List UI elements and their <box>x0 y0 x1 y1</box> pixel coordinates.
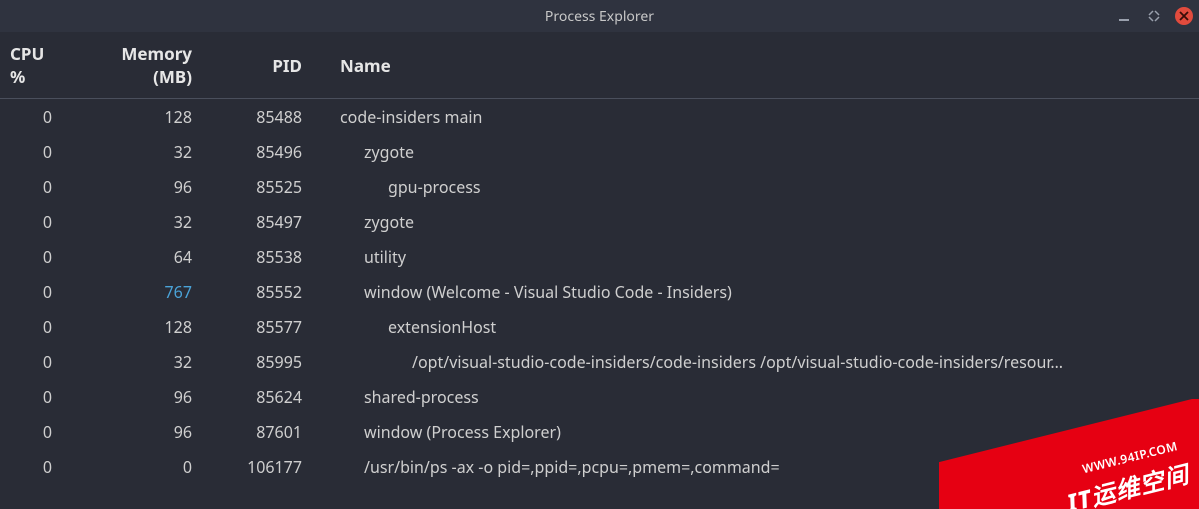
cell-memory: 0 <box>70 449 210 484</box>
table-row[interactable]: 03285497 zygote <box>0 204 1199 239</box>
cell-memory: 767 <box>70 274 210 309</box>
cell-name: zygote <box>320 204 1199 239</box>
close-icon[interactable] <box>1175 7 1193 25</box>
cell-pid: 85577 <box>210 309 320 344</box>
process-table: CPU % Memory (MB) PID Name 012885488code… <box>0 32 1199 484</box>
cell-memory: 128 <box>70 99 210 135</box>
cell-cpu: 0 <box>0 239 70 274</box>
table-row[interactable]: 012885577 extensionHost <box>0 309 1199 344</box>
process-name: /usr/bin/ps -ax -o pid=,ppid=,pcpu=,pmem… <box>364 456 780 478</box>
table-row[interactable]: 09685525 gpu-process <box>0 169 1199 204</box>
cell-pid: 85624 <box>210 379 320 414</box>
client-area: CPU % Memory (MB) PID Name 012885488code… <box>0 32 1199 509</box>
cell-pid: 85525 <box>210 169 320 204</box>
process-name: shared-process <box>364 386 479 408</box>
cell-memory: 32 <box>70 204 210 239</box>
window-title: Process Explorer <box>545 7 654 26</box>
cell-cpu: 0 <box>0 379 70 414</box>
table-row[interactable]: 03285995/opt/visual-studio-code-insiders… <box>0 344 1199 379</box>
cell-name: code-insiders main <box>320 99 1199 135</box>
cell-pid: 85496 <box>210 134 320 169</box>
cell-name: extensionHost <box>320 309 1199 344</box>
window-root: Process Explorer CPU % Memory (MB) PID <box>0 0 1199 509</box>
cell-memory: 32 <box>70 134 210 169</box>
col-header-name[interactable]: Name <box>320 32 1199 99</box>
window-controls <box>1115 0 1193 32</box>
cell-memory: 32 <box>70 344 210 379</box>
cell-cpu: 0 <box>0 134 70 169</box>
process-name: code-insiders main <box>340 106 482 128</box>
cell-name: shared-process <box>320 379 1199 414</box>
process-name: /opt/visual-studio-code-insiders/code-in… <box>412 351 1063 373</box>
process-name: gpu-process <box>388 176 481 198</box>
cell-pid: 106177 <box>210 449 320 484</box>
cell-name: window (Welcome - Visual Studio Code - I… <box>320 274 1199 309</box>
process-name: zygote <box>364 141 414 163</box>
cell-cpu: 0 <box>0 204 70 239</box>
cell-memory: 96 <box>70 414 210 449</box>
cell-memory: 128 <box>70 309 210 344</box>
table-row[interactable]: 00106177/usr/bin/ps -ax -o pid=,ppid=,pc… <box>0 449 1199 484</box>
cell-name: /usr/bin/ps -ax -o pid=,ppid=,pcpu=,pmem… <box>320 449 1199 484</box>
maximize-icon[interactable] <box>1145 7 1163 25</box>
col-header-memory[interactable]: Memory (MB) <box>70 32 210 99</box>
cell-memory: 64 <box>70 239 210 274</box>
table-row[interactable]: 076785552 window (Welcome - Visual Studio… <box>0 274 1199 309</box>
col-header-cpu[interactable]: CPU % <box>0 32 70 99</box>
cell-name: window (Process Explorer) <box>320 414 1199 449</box>
cell-name: utility <box>320 239 1199 274</box>
cell-name: gpu-process <box>320 169 1199 204</box>
cell-pid: 87601 <box>210 414 320 449</box>
cell-cpu: 0 <box>0 169 70 204</box>
process-name: utility <box>364 246 406 268</box>
table-header-row: CPU % Memory (MB) PID Name <box>0 32 1199 99</box>
table-row[interactable]: 012885488 code-insiders main <box>0 99 1199 135</box>
cell-pid: 85552 <box>210 274 320 309</box>
table-row[interactable]: 09687601 window (Process Explorer) <box>0 414 1199 449</box>
title-bar[interactable]: Process Explorer <box>0 0 1199 32</box>
cell-cpu: 0 <box>0 449 70 484</box>
minimize-icon[interactable] <box>1115 7 1133 25</box>
process-name: extensionHost <box>388 316 496 338</box>
cell-cpu: 0 <box>0 274 70 309</box>
cell-memory: 96 <box>70 379 210 414</box>
cell-cpu: 0 <box>0 414 70 449</box>
process-name: window (Process Explorer) <box>364 421 561 443</box>
cell-name: /opt/visual-studio-code-insiders/code-in… <box>320 344 1199 379</box>
process-name: zygote <box>364 211 414 233</box>
cell-name: zygote <box>320 134 1199 169</box>
col-header-pid[interactable]: PID <box>210 32 320 99</box>
table-row[interactable]: 03285496 zygote <box>0 134 1199 169</box>
table-row[interactable]: 09685624 shared-process <box>0 379 1199 414</box>
cell-pid: 85497 <box>210 204 320 239</box>
cell-cpu: 0 <box>0 99 70 135</box>
table-row[interactable]: 06485538 utility <box>0 239 1199 274</box>
process-name: window (Welcome - Visual Studio Code - I… <box>364 281 732 303</box>
cell-pid: 85995 <box>210 344 320 379</box>
cell-pid: 85488 <box>210 99 320 135</box>
cell-cpu: 0 <box>0 344 70 379</box>
cell-pid: 85538 <box>210 239 320 274</box>
cell-cpu: 0 <box>0 309 70 344</box>
cell-memory: 96 <box>70 169 210 204</box>
